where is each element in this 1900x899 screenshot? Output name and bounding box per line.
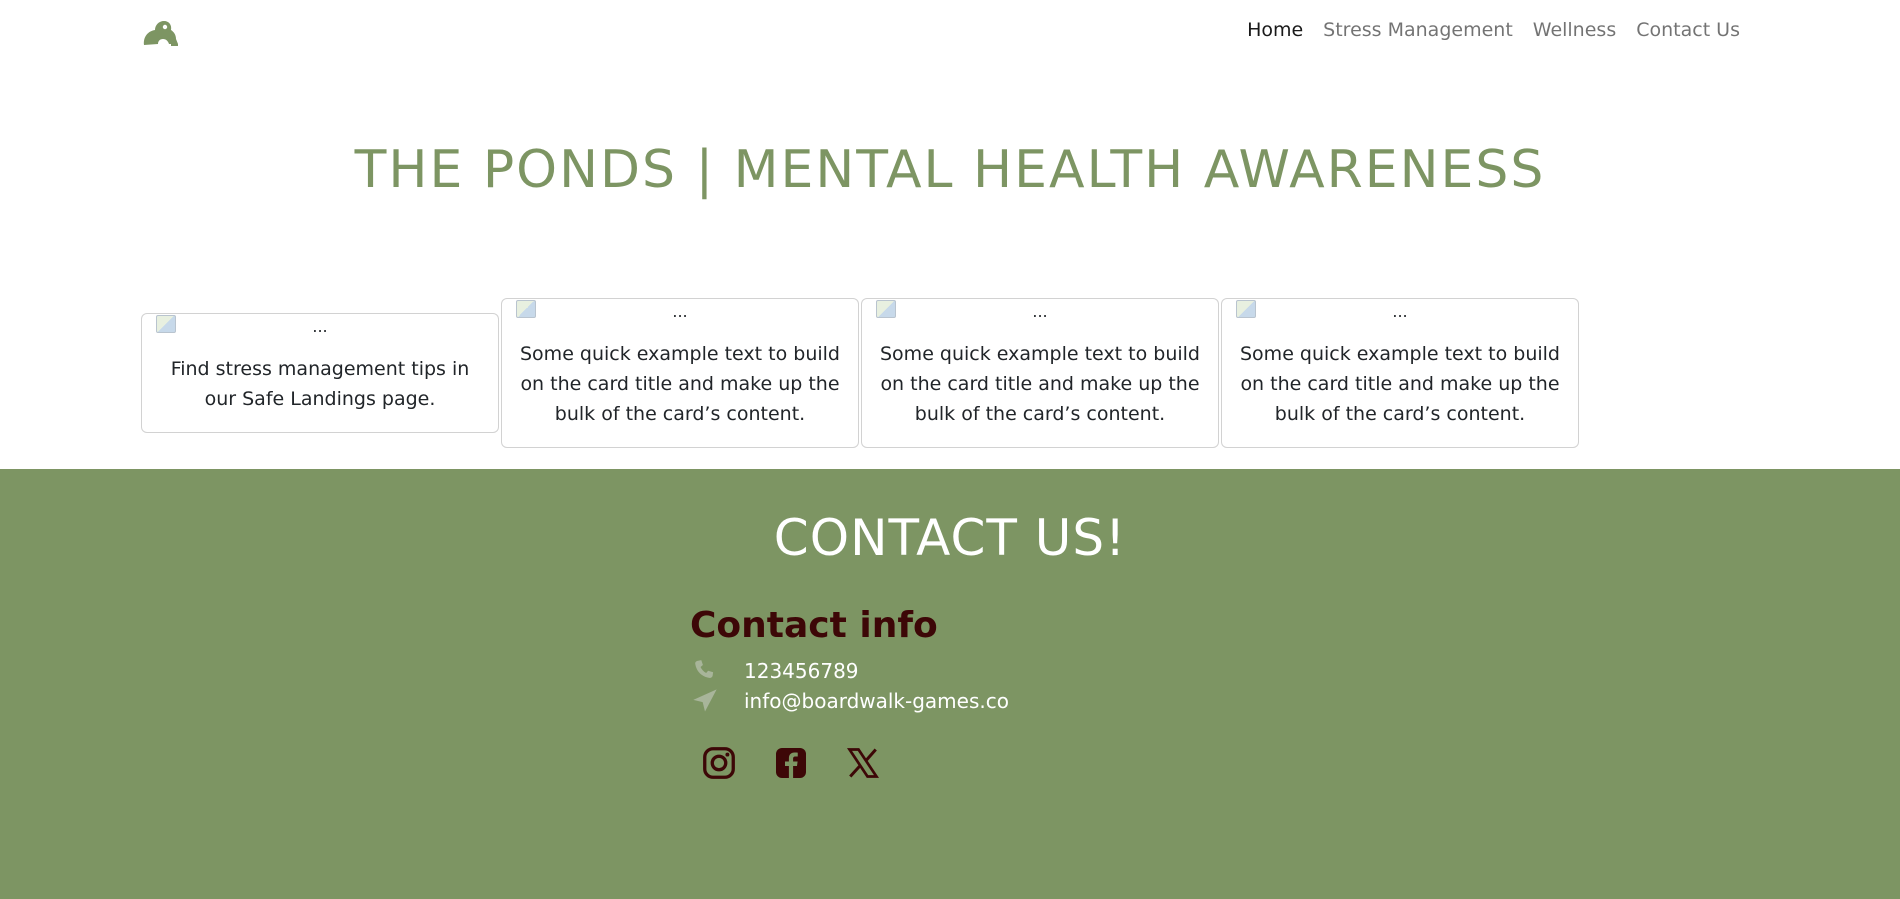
nav-link-home[interactable]: Home (1237, 19, 1313, 41)
nav-link-contact-us[interactable]: Contact Us (1626, 19, 1750, 41)
card-text: Some quick example text to build on the … (1240, 343, 1560, 425)
broken-image-icon (156, 315, 176, 333)
social-links (690, 740, 1009, 786)
card-image: ... (142, 314, 498, 336)
contact-phone[interactable]: 123456789 (744, 659, 859, 683)
card-row: ... Find stress management tips in our S… (141, 277, 1581, 469)
card-text: Some quick example text to build on the … (520, 343, 840, 425)
broken-image-icon (1236, 300, 1256, 318)
card-example-3[interactable]: ... Some quick example text to build on … (1221, 298, 1579, 448)
facebook-icon[interactable] (768, 740, 814, 786)
card-safe-landings[interactable]: ... Find stress management tips in our S… (141, 313, 499, 433)
card-image: ... (502, 299, 858, 321)
card-image-alt: ... (312, 317, 328, 336)
instagram-icon[interactable] (696, 740, 742, 786)
card-image-alt: ... (1032, 302, 1048, 321)
card-example-1[interactable]: ... Some quick example text to build on … (501, 298, 859, 448)
card-image: ... (1222, 299, 1578, 321)
card-example-2[interactable]: ... Some quick example text to build on … (861, 298, 1219, 448)
footer-title: CONTACT US! (773, 509, 1127, 567)
page-title: THE PONDS | MENTAL HEALTH AWARENESS (354, 140, 1546, 200)
broken-image-icon (876, 300, 896, 318)
card-text: Some quick example text to build on the … (880, 343, 1200, 425)
card-image-alt: ... (1392, 302, 1408, 321)
nav-link-stress-management[interactable]: Stress Management (1313, 19, 1523, 41)
contact-info-block: Contact info 123456789 info@boardwalk-ga… (690, 605, 1009, 786)
contact-email[interactable]: info@boardwalk-games.co (744, 689, 1009, 713)
navbar: Home Stress Management Wellness Contact … (0, 0, 1900, 64)
footer-contact: CONTACT US! Contact info 123456789 info@… (0, 469, 1900, 899)
frog-icon[interactable] (141, 17, 179, 47)
phone-icon (690, 658, 744, 684)
contact-phone-row: 123456789 (690, 656, 1009, 686)
card-image: ... (862, 299, 1218, 321)
contact-heading: Contact info (690, 605, 938, 646)
nav-links: Home Stress Management Wellness Contact … (1237, 19, 1750, 41)
card-image-alt: ... (672, 302, 688, 321)
nav-link-wellness[interactable]: Wellness (1523, 19, 1626, 41)
card-text: Find stress management tips in our Safe … (170, 358, 470, 410)
broken-image-icon (516, 300, 536, 318)
x-twitter-icon[interactable] (840, 740, 886, 786)
paper-plane-icon (690, 687, 744, 715)
contact-email-row: info@boardwalk-games.co (690, 686, 1009, 716)
